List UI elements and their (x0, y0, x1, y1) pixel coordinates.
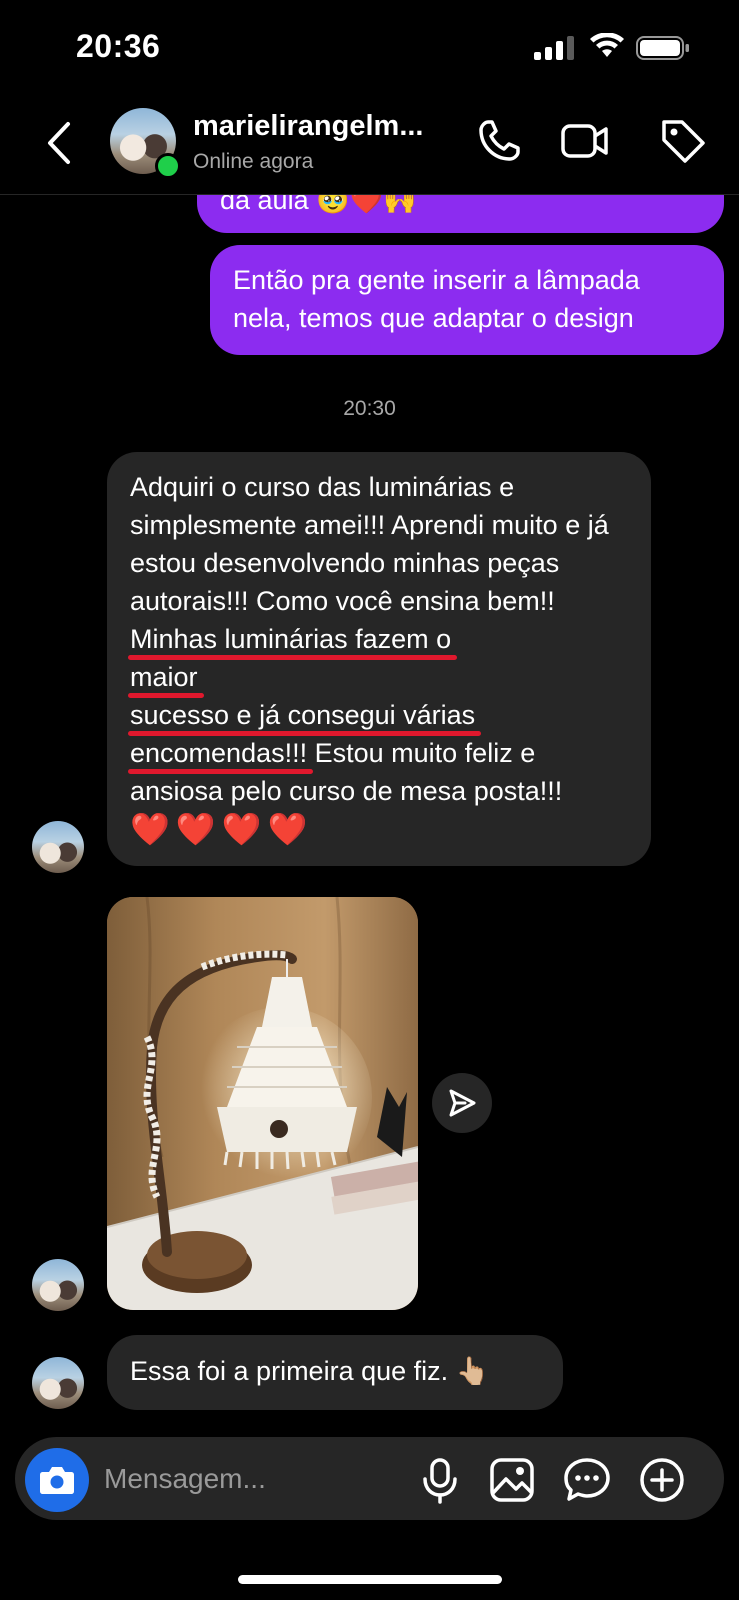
underlined-text: maior (130, 662, 198, 692)
incoming-message[interactable]: Adquiri o curso das luminárias e simples… (107, 452, 651, 866)
chat-bubble-icon[interactable] (562, 1455, 612, 1505)
cellular-signal-icon (534, 36, 574, 60)
phone-icon[interactable] (474, 116, 524, 166)
outgoing-message[interactable]: Então pra gente inserir a lâmpada nela, … (210, 245, 724, 355)
underlined-text: sucesso e já consegui várias (130, 700, 476, 730)
message-text: Essa foi a primeira que fiz. 👆🏼 (130, 1356, 490, 1386)
status-time: 20:36 (76, 28, 161, 64)
underlined-text: encomendas!!! (130, 738, 308, 768)
message-text: Adquiri o curso das luminárias e simples… (130, 472, 609, 616)
message-text: Então pra gente inserir a lâmpada nela, … (233, 265, 640, 333)
sender-avatar[interactable] (32, 1357, 84, 1409)
tag-icon[interactable] (658, 116, 708, 166)
microphone-icon[interactable] (415, 1455, 465, 1505)
incoming-message[interactable]: Essa foi a primeira que fiz. 👆🏼 (107, 1335, 563, 1410)
photo-message[interactable] (107, 897, 418, 1310)
contact-status: Online agora (193, 150, 314, 173)
message-text: da aula 🥹❤️🙌 (220, 195, 417, 215)
underlined-text: Minhas luminárias fazem o (130, 624, 452, 654)
lamp-photo-illustration (107, 897, 418, 1310)
battery-icon (636, 36, 689, 60)
video-icon[interactable] (560, 116, 610, 166)
contact-name[interactable]: marielirangelm... (193, 110, 458, 143)
hearts-emoji: ❤️❤️❤️❤️ (130, 811, 314, 847)
message-timestamp: 20:30 (343, 397, 396, 420)
outgoing-message[interactable]: da aula 🥹❤️🙌 (197, 195, 724, 233)
camera-icon (40, 1467, 74, 1494)
camera-button[interactable] (25, 1448, 89, 1512)
sender-avatar[interactable] (32, 821, 84, 873)
online-indicator (155, 153, 181, 179)
home-indicator[interactable] (238, 1575, 502, 1584)
back-chevron-icon[interactable] (40, 118, 80, 168)
message-input[interactable] (104, 1457, 404, 1501)
wifi-icon (590, 33, 624, 57)
plus-circle-icon[interactable] (637, 1455, 687, 1505)
share-photo-button[interactable] (432, 1073, 492, 1133)
sender-avatar[interactable] (32, 1259, 84, 1311)
send-icon (449, 1089, 476, 1117)
image-icon[interactable] (487, 1455, 537, 1505)
